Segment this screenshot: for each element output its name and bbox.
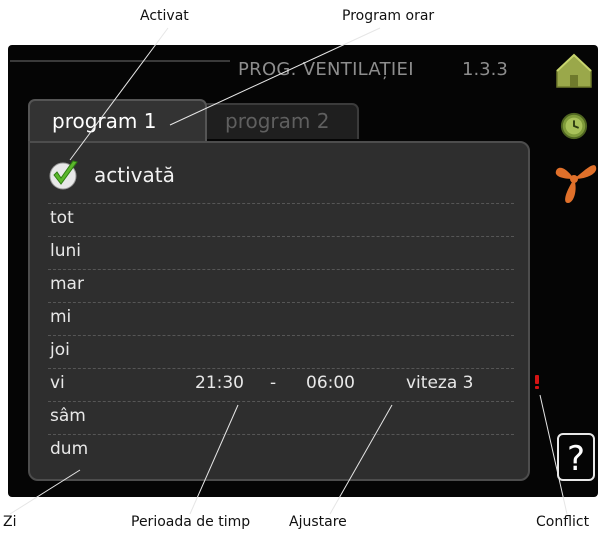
leader-setting (329, 404, 393, 515)
leader-time-period (189, 404, 239, 515)
leader-day (9, 469, 81, 515)
leader-schedule (169, 27, 381, 126)
callout-leader-lines (9, 27, 568, 515)
leader-conflict (539, 394, 568, 515)
leader-activated (69, 27, 169, 161)
